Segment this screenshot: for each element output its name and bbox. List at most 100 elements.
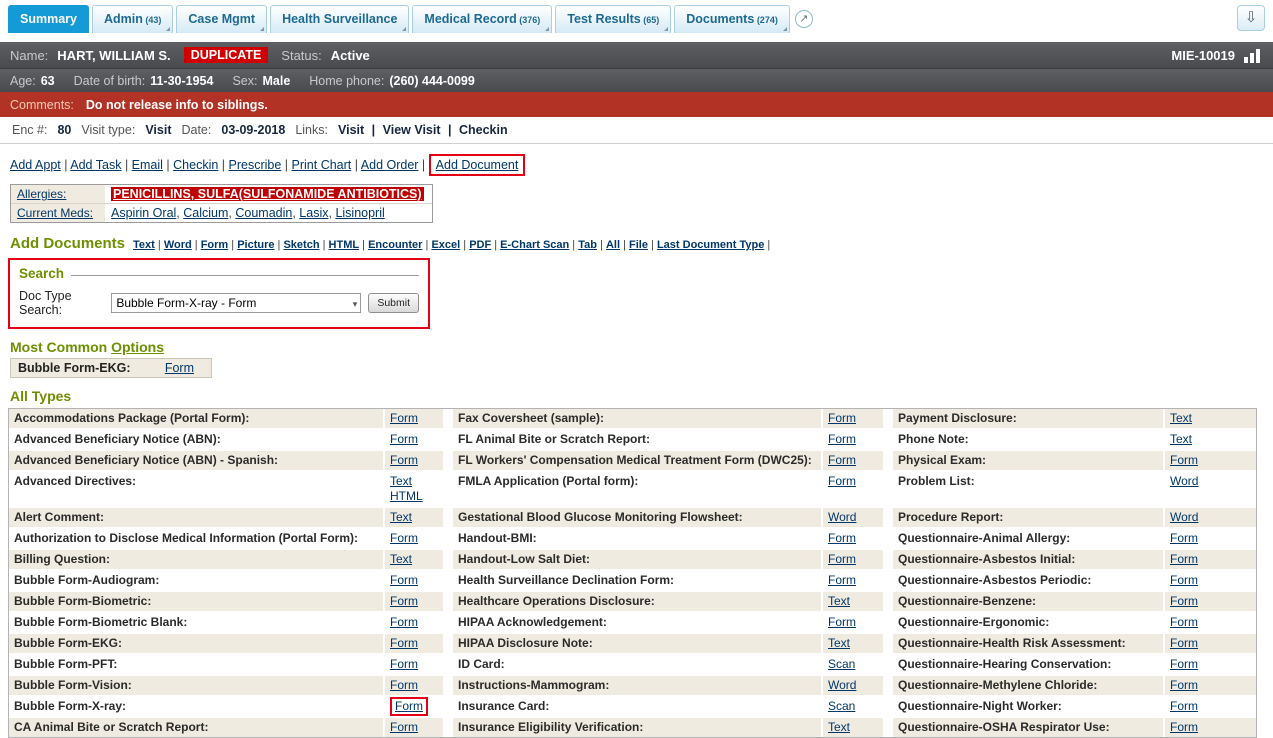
most-common-options-link[interactable]: Options [111, 339, 164, 355]
doc-type-link-form[interactable]: Form [390, 411, 418, 426]
dock-arrow-button[interactable]: ⇩ [1237, 5, 1265, 31]
doc-type-link-form[interactable]: Form [1170, 615, 1198, 630]
doc-type-link-word[interactable]: Word [1170, 474, 1198, 489]
tab-case-mgmt[interactable]: Case Mgmt [176, 5, 267, 33]
enc-date-label: Date: [181, 123, 211, 137]
adddoc-link-form[interactable]: Form [201, 239, 229, 251]
adddoc-link-sketch[interactable]: Sketch [283, 239, 319, 251]
doc-type-link-form[interactable]: Form [390, 720, 418, 735]
popout-icon[interactable]: ↗ [795, 10, 813, 28]
action-link-add-appt[interactable]: Add Appt [10, 158, 61, 172]
doc-type-link-form[interactable]: Form [828, 615, 856, 630]
tab-count-badge: (65) [641, 15, 660, 25]
doc-type-link-form[interactable]: Form [828, 432, 856, 447]
chart-icon[interactable] [1243, 48, 1263, 63]
enc-link-view-visit[interactable]: View Visit [383, 123, 441, 137]
action-link-checkin[interactable]: Checkin [173, 158, 218, 172]
tab-medical-record[interactable]: Medical Record (376) [412, 5, 552, 33]
action-link-prescribe[interactable]: Prescribe [229, 158, 282, 172]
doc-type-link-form[interactable]: Form [390, 432, 418, 447]
doc-type-link-form[interactable]: Form [1170, 531, 1198, 546]
doc-type-link-text[interactable]: Text [390, 474, 412, 489]
doc-type-link-text[interactable]: Text [390, 510, 412, 525]
med-link-lasix[interactable]: Lasix [299, 206, 328, 220]
doc-type-link-form[interactable]: Form [390, 636, 418, 651]
doc-type-link-form[interactable]: Form [1170, 678, 1198, 693]
med-link-aspirin-oral[interactable]: Aspirin Oral [111, 206, 176, 220]
doc-type-link-form[interactable]: Form [1170, 699, 1198, 714]
doc-type-link-form[interactable]: Form [828, 453, 856, 468]
tab-admin[interactable]: Admin (43) [92, 5, 173, 33]
doc-type-link-form[interactable]: Form [828, 531, 856, 546]
doc-type-link-text[interactable]: Text [390, 552, 412, 567]
doc-type-link-scan[interactable]: Scan [828, 699, 855, 714]
doc-type-link-html[interactable]: HTML [390, 489, 423, 504]
doc-type-link-form[interactable]: Form [390, 531, 418, 546]
doc-type-link-form[interactable]: Form [390, 615, 418, 630]
doc-type-link-text[interactable]: Text [828, 636, 850, 651]
allergies-link[interactable]: Allergies: [17, 187, 66, 201]
doc-type-link-form[interactable]: Form [390, 594, 418, 609]
adddoc-link-all[interactable]: All [606, 239, 620, 251]
doc-type-link-form[interactable]: Form [1170, 594, 1198, 609]
doc-type-link-text[interactable]: Text [828, 720, 850, 735]
doc-type-link-form[interactable]: Form [1170, 657, 1198, 672]
doc-type-link-text[interactable]: Text [1170, 411, 1192, 426]
med-link-calcium[interactable]: Calcium [183, 206, 228, 220]
doc-type-link-word[interactable]: Word [828, 678, 856, 693]
doc-type-link-form[interactable]: Form [1170, 552, 1198, 567]
duplicate-badge[interactable]: DUPLICATE [184, 47, 269, 63]
adddoc-link-text[interactable]: Text [133, 239, 155, 251]
doc-type-link-form[interactable]: Form [828, 552, 856, 567]
adddoc-link-word[interactable]: Word [164, 239, 192, 251]
doc-type-link-form[interactable]: Form [390, 453, 418, 468]
doc-type-link-text[interactable]: Text [1170, 432, 1192, 447]
tab-documents[interactable]: Documents (274) [674, 5, 790, 33]
tab-summary[interactable]: Summary [8, 5, 89, 33]
doc-type-link-form[interactable]: Form [1170, 573, 1198, 588]
doc-type-link-scan[interactable]: Scan [828, 657, 855, 672]
med-link-coumadin[interactable]: Coumadin [235, 206, 292, 220]
doc-type-search-input[interactable] [111, 293, 361, 313]
enc-link-checkin[interactable]: Checkin [459, 123, 508, 137]
action-link-add-document[interactable]: Add Document [436, 158, 519, 172]
adddoc-link-pdf[interactable]: PDF [469, 239, 491, 251]
doc-type-link-form[interactable]: Form [395, 699, 423, 713]
submit-button[interactable]: Submit [368, 293, 419, 313]
doc-type-link-word[interactable]: Word [1170, 510, 1198, 525]
doc-type-link-form[interactable]: Form [390, 573, 418, 588]
adddoc-link-excel[interactable]: Excel [431, 239, 460, 251]
patient-name: HART, WILLIAM S. [57, 48, 170, 63]
doc-type-link-form[interactable]: Form [828, 411, 856, 426]
adddoc-link-picture[interactable]: Picture [237, 239, 274, 251]
current-meds-link[interactable]: Current Meds: [17, 206, 93, 220]
doc-type-link-form[interactable]: Form [165, 361, 194, 375]
allergy-alert-link[interactable]: PENICILLINS, SULFA(SULFONAMIDE ANTIBIOTI… [111, 187, 424, 201]
action-link-add-order[interactable]: Add Order [361, 158, 419, 172]
enc-link-visit[interactable]: Visit [338, 123, 364, 137]
doc-type-link-text[interactable]: Text [828, 594, 850, 609]
adddoc-link-e-chart-scan[interactable]: E-Chart Scan [500, 239, 569, 251]
adddoc-link-tab[interactable]: Tab [578, 239, 597, 251]
doc-type-link-form[interactable]: Form [1170, 453, 1198, 468]
doc-type-link-form[interactable]: Form [390, 678, 418, 693]
doc-type-link-form[interactable]: Form [1170, 720, 1198, 735]
action-link-email[interactable]: Email [132, 158, 163, 172]
doc-type-link-form[interactable]: Form [828, 573, 856, 588]
separator: | [597, 239, 606, 251]
doc-type-actions: Form [823, 613, 883, 632]
adddoc-link-html[interactable]: HTML [329, 239, 360, 251]
doc-type-name: Questionnaire-Health Risk Assessment: [893, 634, 1163, 653]
doc-type-link-form[interactable]: Form [828, 474, 856, 489]
adddoc-link-file[interactable]: File [629, 239, 648, 251]
doc-type-link-form[interactable]: Form [390, 657, 418, 672]
doc-type-link-form[interactable]: Form [1170, 636, 1198, 651]
action-link-add-task[interactable]: Add Task [70, 158, 121, 172]
action-link-print-chart[interactable]: Print Chart [292, 158, 352, 172]
doc-type-link-word[interactable]: Word [828, 510, 856, 525]
tab-health-surveillance[interactable]: Health Surveillance [270, 5, 409, 33]
adddoc-link-encounter[interactable]: Encounter [368, 239, 422, 251]
adddoc-link-last-document-type[interactable]: Last Document Type [657, 239, 764, 251]
med-link-lisinopril[interactable]: Lisinopril [335, 206, 384, 220]
tab-test-results[interactable]: Test Results (65) [555, 5, 671, 33]
